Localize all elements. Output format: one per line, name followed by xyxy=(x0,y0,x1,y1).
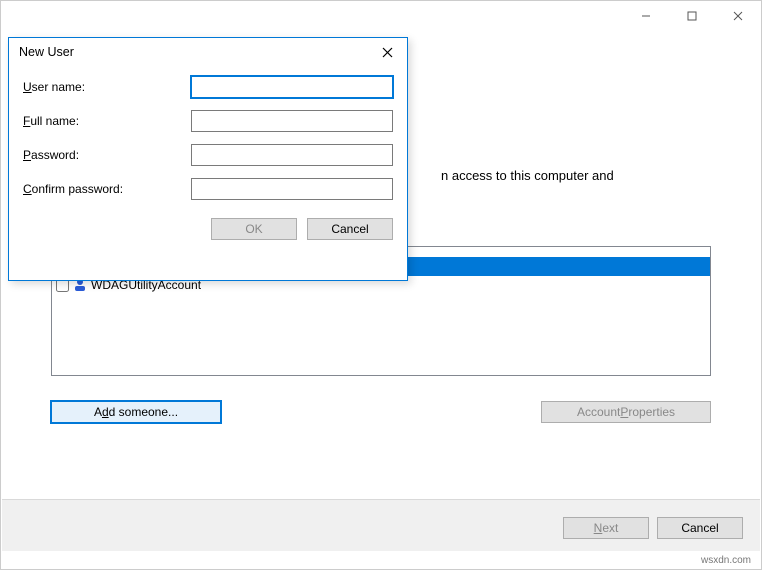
close-icon[interactable] xyxy=(367,38,407,66)
dialog-cancel-button[interactable]: Cancel xyxy=(307,218,393,240)
close-button[interactable] xyxy=(715,1,761,31)
watermark-text: wsxdn.com xyxy=(701,555,751,566)
confirm-password-field[interactable] xyxy=(191,178,393,200)
full-name-field[interactable] xyxy=(191,110,393,132)
cancel-button[interactable]: Cancel xyxy=(657,517,743,539)
user-name-label: User name: xyxy=(23,80,191,94)
password-field[interactable] xyxy=(191,144,393,166)
window-titlebar xyxy=(1,1,761,31)
confirm-password-label: Confirm password: xyxy=(23,182,191,196)
dialog-titlebar[interactable]: New User xyxy=(9,38,407,66)
add-someone-button[interactable]: Add someone... xyxy=(51,401,221,423)
dialog-title: New User xyxy=(19,45,74,59)
account-properties-button: Account Properties xyxy=(541,401,711,423)
maximize-button[interactable] xyxy=(669,1,715,31)
user-name-field[interactable] xyxy=(191,76,393,98)
minimize-button[interactable] xyxy=(623,1,669,31)
full-name-label: Full name: xyxy=(23,114,191,128)
ok-button: OK xyxy=(211,218,297,240)
new-user-dialog: New User User name: Full name: Password:… xyxy=(8,37,408,281)
next-button: Next xyxy=(563,517,649,539)
password-label: Password: xyxy=(23,148,191,162)
